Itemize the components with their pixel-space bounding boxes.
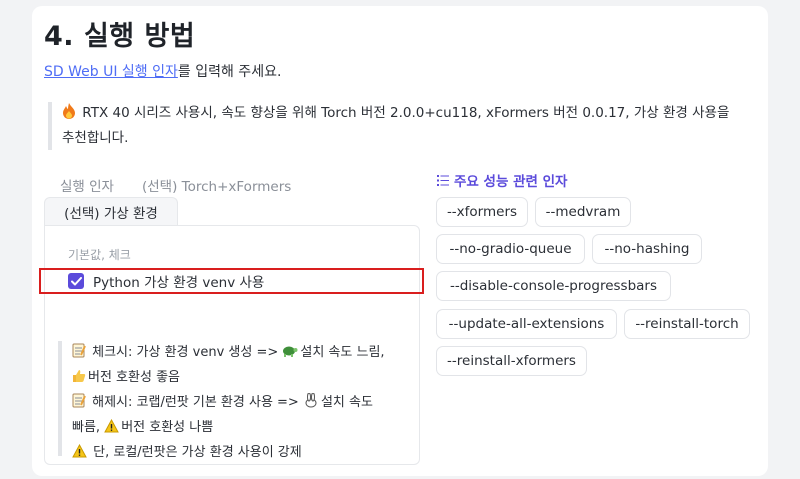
arg-chip-reinstall-torch[interactable]: --reinstall-torch bbox=[624, 309, 750, 339]
list-icon bbox=[437, 174, 449, 186]
venv-option-row[interactable]: Python 가상 환경 venv 사용 bbox=[39, 268, 424, 294]
tab-torch-xformers[interactable]: (선택) Torch+xFormers bbox=[142, 179, 291, 195]
note-checked-2: 버전 호환성 좋음 bbox=[88, 370, 180, 385]
venv-notes: 체크시: 가상 환경 venv 생성 => 설치 속도 느림, 버전 호환성 좋… bbox=[58, 341, 412, 460]
fire-icon bbox=[62, 103, 76, 127]
memo-icon bbox=[72, 393, 86, 416]
turtle-icon bbox=[282, 343, 298, 366]
arg-chip-no-hashing[interactable]: --no-hashing bbox=[592, 234, 702, 264]
arg-chip-medvram[interactable]: --medvram bbox=[535, 197, 631, 227]
note-checked: 체크시: 가상 환경 venv 생성 => bbox=[92, 345, 279, 360]
arg-chip-xformers[interactable]: --xformers bbox=[436, 197, 528, 227]
thumbs-up-icon bbox=[72, 368, 86, 391]
option-group-label: 기본값, 체크 bbox=[68, 248, 131, 262]
tip-line-1: RTX 40 시리즈 사용시, 속도 향상을 위해 Torch 버전 2.0.0… bbox=[82, 105, 730, 121]
warning-icon bbox=[72, 443, 87, 466]
tip-line-2: 추천합니다. bbox=[62, 130, 129, 146]
tab-bar: 실행 인자 (선택) Torch+xFormers bbox=[60, 175, 319, 195]
memo-icon bbox=[72, 343, 86, 366]
arg-chip-no-gradio-queue[interactable]: --no-gradio-queue bbox=[436, 234, 585, 264]
webui-args-link[interactable]: SD Web UI 실행 인자 bbox=[44, 64, 178, 80]
note-warning: 단, 로컬/런팟은 가상 환경 사용이 강제 bbox=[93, 445, 302, 460]
arg-chip-reinstall-xformers[interactable]: --reinstall-xformers bbox=[436, 346, 587, 376]
tab-virtual-env[interactable]: (선택) 가상 환경 bbox=[44, 197, 178, 226]
rabbit-icon bbox=[303, 392, 319, 416]
warning-icon bbox=[104, 418, 120, 441]
section-title: 4. 실행 방법 bbox=[44, 21, 196, 52]
arg-chip-disable-console-progressbars[interactable]: --disable-console-progressbars bbox=[436, 271, 671, 301]
venv-checkbox-label: Python 가상 환경 venv 사용 bbox=[93, 275, 265, 291]
note-unchecked: 해제시: 코랩/런팟 기본 환경 사용 => bbox=[92, 395, 299, 410]
tip-callout: RTX 40 시리즈 사용시, 속도 향상을 위해 Torch 버전 2.0.0… bbox=[48, 102, 748, 150]
tab-run-args[interactable]: 실행 인자 bbox=[60, 179, 114, 195]
arg-chip-update-all-extensions[interactable]: --update-all-extensions bbox=[436, 309, 617, 339]
venv-checkbox[interactable] bbox=[68, 273, 84, 289]
performance-args-title: 주요 성능 관련 인자 bbox=[437, 170, 567, 190]
intro-text: SD Web UI 실행 인자를 입력해 주세요. bbox=[44, 64, 282, 80]
